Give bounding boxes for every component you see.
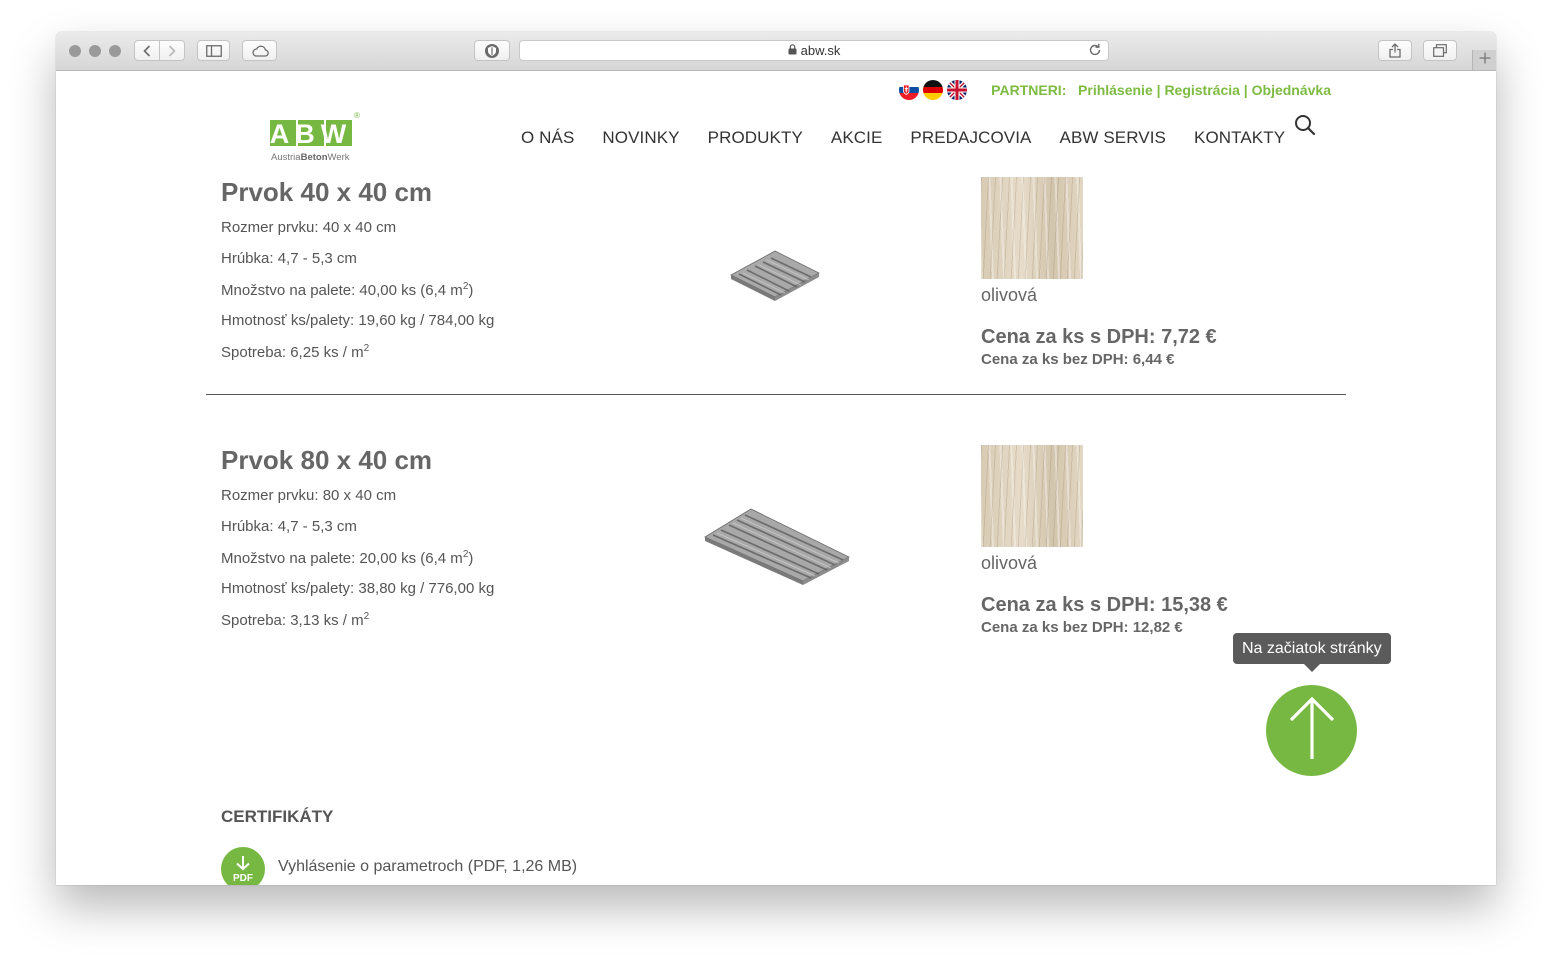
icloud-icon (251, 45, 269, 57)
sidebar-icon (205, 44, 222, 57)
icloud-tabs-button[interactable] (242, 40, 277, 61)
separator: | (1152, 82, 1165, 98)
browser-window: abw.sk PARTNERI: Prihlásenie | Registrác… (56, 32, 1496, 885)
uk-flag-icon[interactable] (947, 80, 968, 100)
search-icon[interactable] (1294, 114, 1316, 141)
german-flag-icon[interactable] (923, 80, 944, 100)
minimize-window-icon[interactable] (89, 45, 101, 57)
spec-row: Rozmer prvku: 40 x 40 cm (221, 219, 397, 236)
privacy-report-button[interactable] (474, 40, 510, 61)
url-text: abw.sk (800, 43, 841, 58)
order-link[interactable]: Objednávka (1252, 82, 1331, 98)
spec-row: Spotreba: 3,13 ks / m2 (221, 611, 370, 629)
back-icon (143, 44, 151, 57)
registration-link[interactable]: Registrácia (1164, 82, 1239, 98)
pdf-download-icon[interactable]: PDF (221, 847, 265, 885)
logo-subtitle: AustriaBetonWerk (271, 152, 350, 163)
product-title: Prvok 80 x 40 cm (221, 445, 433, 475)
color-name: olivová (981, 553, 1038, 573)
browser-toolbar: abw.sk (56, 32, 1496, 71)
nav-item-o-nas[interactable]: O NÁS (521, 128, 574, 148)
product-image[interactable] (703, 503, 851, 590)
price-without-vat: Cena za ks bez DPH: 12,82 € (981, 619, 1183, 636)
spec-row: Hrúbka: 4,7 - 5,3 cm (221, 250, 357, 267)
lock-icon (788, 43, 797, 58)
new-tab-button[interactable] (1472, 50, 1496, 70)
reload-icon[interactable] (1088, 43, 1102, 60)
nav-item-kontakty[interactable]: KONTAKTY (1194, 128, 1285, 148)
privacy-icon (484, 43, 500, 59)
logo-registered-mark: ® (354, 112, 360, 120)
back-to-top-button[interactable] (1266, 685, 1357, 776)
partneri-label: PARTNERI: (991, 82, 1067, 98)
top-utility-bar: PARTNERI: Prihlásenie | Registrácia | Ob… (899, 80, 1331, 100)
separator: | (1239, 82, 1252, 98)
partner-links: PARTNERI: Prihlásenie | Registrácia | Ob… (991, 82, 1331, 98)
share-icon (1389, 43, 1401, 58)
product-image[interactable] (729, 249, 821, 306)
price-with-vat: Cena za ks s DPH: 7,72 € (981, 326, 1217, 348)
spec-row: Rozmer prvku: 80 x 40 cm (221, 487, 397, 504)
nav-item-predajcovia[interactable]: PREDAJCOVIA (910, 128, 1031, 148)
new-tab-icon (1479, 51, 1491, 69)
logo-letters: ABW (270, 119, 352, 149)
close-window-icon[interactable] (69, 45, 81, 57)
pdf-label: PDF (233, 872, 253, 884)
nav-item-abw-servis[interactable]: ABW SERVIS (1060, 128, 1167, 148)
color-swatch[interactable] (981, 445, 1083, 547)
price-without-vat: Cena za ks bez DPH: 6,44 € (981, 351, 1175, 368)
color-swatch[interactable] (981, 177, 1083, 279)
nav-item-produkty[interactable]: PRODUKTY (708, 128, 803, 148)
product-title: Prvok 40 x 40 cm (221, 177, 433, 207)
forward-icon (168, 44, 176, 57)
tabs-icon (1433, 44, 1447, 57)
spec-row: Množstvo na palete: 40,00 ks (6,4 m2) (221, 281, 474, 299)
back-button[interactable] (134, 40, 160, 61)
zoom-window-icon[interactable] (109, 45, 121, 57)
spec-row: Hmotnosť ks/palety: 38,80 kg / 776,00 kg (221, 580, 495, 597)
arrow-up-icon (1288, 695, 1336, 766)
login-link[interactable]: Prihlásenie (1078, 82, 1153, 98)
sidebar-button[interactable] (197, 40, 230, 61)
nav-item-novinky[interactable]: NOVINKY (602, 128, 679, 148)
product-card: Prvok 80 x 40 cm Rozmer prvku: 80 x 40 c… (221, 445, 1361, 665)
price-with-vat: Cena za ks s DPH: 15,38 € (981, 594, 1228, 616)
abw-logo[interactable]: ABW ® AustriaBetonWerk (270, 111, 360, 169)
nav-item-akcie[interactable]: AKCIE (831, 128, 883, 148)
spec-row: Hrúbka: 4,7 - 5,3 cm (221, 518, 357, 535)
back-to-top-tooltip: Na začiatok stránky (1233, 633, 1391, 672)
spec-row: Spotreba: 6,25 ks / m2 (221, 343, 370, 361)
share-button[interactable] (1378, 40, 1412, 61)
spec-row: Hmotnosť ks/palety: 19,60 kg / 784,00 kg (221, 312, 495, 329)
address-bar[interactable]: abw.sk (519, 40, 1109, 61)
certificates-title: CERTIFIKÁTY (221, 807, 334, 826)
main-navigation: O NÁS NOVINKY PRODUKTY AKCIE PREDAJCOVIA… (521, 128, 1313, 148)
color-name: olivová (981, 285, 1038, 305)
product-divider (206, 394, 1346, 395)
forward-button[interactable] (159, 40, 185, 61)
slovak-flag-icon[interactable] (899, 80, 920, 100)
product-card: Prvok 40 x 40 cm Rozmer prvku: 40 x 40 c… (221, 177, 1361, 397)
spec-row: Množstvo na palete: 20,00 ks (6,4 m2) (221, 549, 474, 567)
tabs-overview-button[interactable] (1423, 40, 1457, 61)
certificate-download-link[interactable]: Vyhlásenie o parametroch (PDF, 1,26 MB) (278, 858, 577, 876)
